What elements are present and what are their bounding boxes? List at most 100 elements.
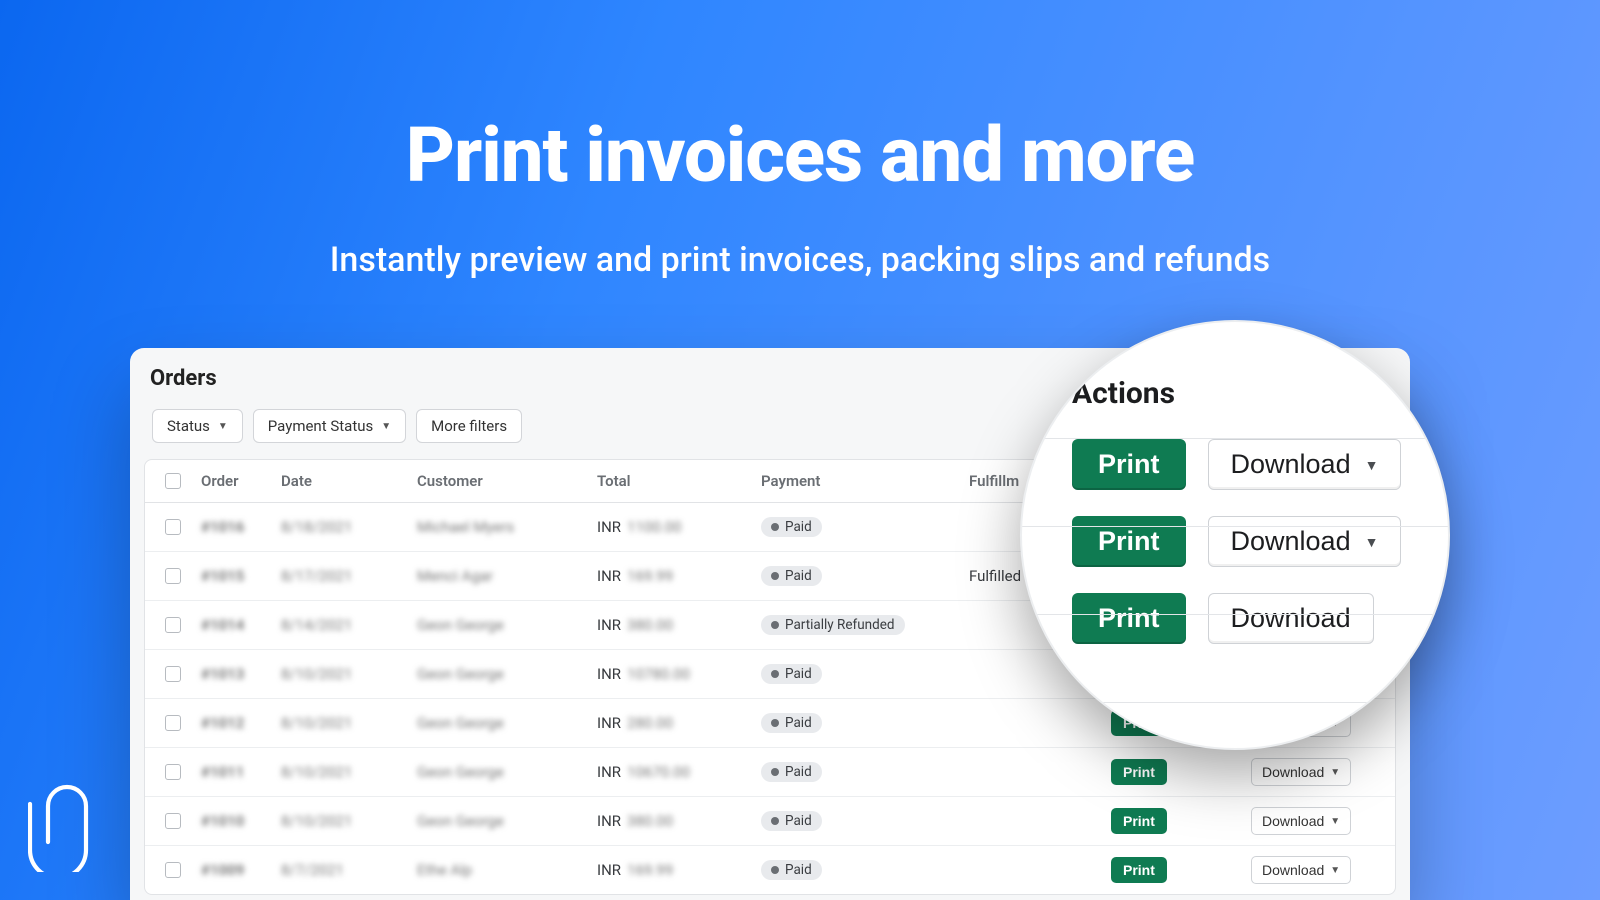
cell-order: #1013 bbox=[201, 665, 281, 683]
cell-customer: Michael Myers bbox=[417, 518, 597, 536]
col-total: Total bbox=[597, 472, 761, 490]
table-row: #10118/10/2021Geon GeorgeINR10670.00Paid… bbox=[145, 747, 1395, 796]
cell-payment: Paid bbox=[761, 713, 969, 733]
download-button[interactable]: Download ▼ bbox=[1251, 856, 1351, 884]
cell-total: INR280.00 bbox=[597, 714, 761, 732]
table-row: #10098/7/2021Ethe AlpINR169.99Paid Print D… bbox=[145, 845, 1395, 894]
row-checkbox[interactable] bbox=[165, 764, 181, 780]
download-button-label: Download bbox=[1231, 526, 1351, 557]
row-checkbox[interactable] bbox=[165, 666, 181, 682]
cell-customer: Geon George bbox=[417, 714, 597, 732]
cell-total: INR380.00 bbox=[597, 616, 761, 634]
cell-payment: Paid bbox=[761, 517, 969, 537]
cell-order: #1010 bbox=[201, 812, 281, 830]
cell-total: INR169.99 bbox=[597, 861, 761, 879]
filter-status[interactable]: Status ▼ bbox=[152, 409, 243, 443]
download-button[interactable]: Download ▼ bbox=[1208, 439, 1402, 490]
col-date: Date bbox=[281, 472, 417, 490]
col-customer: Customer bbox=[417, 472, 597, 490]
hero-subtitle: Instantly preview and print invoices, pa… bbox=[0, 240, 1600, 280]
zoom-lens: Actions Print Download ▼ Print Download … bbox=[1020, 320, 1450, 750]
chevron-down-icon: ▼ bbox=[1365, 534, 1379, 550]
lens-row: Print Download ▼ bbox=[1072, 516, 1448, 567]
cell-total: INR10670.00 bbox=[597, 763, 761, 781]
cell-payment: Paid bbox=[761, 860, 969, 880]
lens-row: Print Download ▼ bbox=[1072, 439, 1448, 490]
download-button[interactable]: Download ▼ bbox=[1251, 758, 1351, 786]
cell-payment: Paid bbox=[761, 811, 969, 831]
cell-order: #1016 bbox=[201, 518, 281, 536]
chevron-down-icon: ▼ bbox=[1365, 457, 1379, 473]
filter-more-label: More filters bbox=[431, 417, 507, 435]
cell-date: 8/18/2021 bbox=[281, 518, 417, 536]
table-row: #10108/10/2021Geon GeorgeINR380.00Paid Pr… bbox=[145, 796, 1395, 845]
download-button[interactable]: Download bbox=[1208, 593, 1374, 644]
cell-customer: Menci Agar bbox=[417, 567, 597, 585]
status-dot-icon bbox=[771, 670, 779, 678]
col-order: Order bbox=[201, 472, 281, 490]
hero-block: Print invoices and more Instantly previe… bbox=[0, 0, 1600, 280]
cell-payment: Paid bbox=[761, 664, 969, 684]
row-checkbox[interactable] bbox=[165, 862, 181, 878]
download-button[interactable]: Download ▼ bbox=[1251, 807, 1351, 835]
cell-customer: Geon George bbox=[417, 763, 597, 781]
cell-date: 8/10/2021 bbox=[281, 763, 417, 781]
cell-total: INR1100.00 bbox=[597, 518, 761, 536]
chevron-down-icon: ▼ bbox=[218, 421, 228, 432]
cell-total: INR380.00 bbox=[597, 812, 761, 830]
cell-order: #1015 bbox=[201, 567, 281, 585]
cell-date: 8/14/2021 bbox=[281, 616, 417, 634]
chevron-down-icon: ▼ bbox=[1330, 865, 1340, 876]
cell-date: 8/10/2021 bbox=[281, 812, 417, 830]
print-button[interactable]: Print bbox=[1072, 593, 1186, 644]
row-checkbox[interactable] bbox=[165, 813, 181, 829]
print-button[interactable]: Print bbox=[1111, 759, 1167, 785]
status-dot-icon bbox=[771, 572, 779, 580]
print-button[interactable]: Print bbox=[1072, 516, 1186, 567]
cell-payment: Partially Refunded bbox=[761, 615, 969, 635]
brand-logo-icon bbox=[28, 772, 106, 872]
filter-more[interactable]: More filters bbox=[416, 409, 522, 443]
cell-date: 8/17/2021 bbox=[281, 567, 417, 585]
status-dot-icon bbox=[771, 866, 779, 874]
cell-customer: Geon George bbox=[417, 812, 597, 830]
print-button[interactable]: Print bbox=[1072, 439, 1186, 490]
col-payment: Payment bbox=[761, 472, 969, 490]
cell-total: INR169.99 bbox=[597, 567, 761, 585]
filter-status-label: Status bbox=[167, 417, 210, 435]
status-dot-icon bbox=[771, 817, 779, 825]
hero-title: Print invoices and more bbox=[0, 0, 1600, 200]
cell-payment: Paid bbox=[761, 566, 969, 586]
lens-row: Print Download bbox=[1072, 593, 1448, 644]
cell-order: #1011 bbox=[201, 763, 281, 781]
cell-date: 8/10/2021 bbox=[281, 714, 417, 732]
filter-payment-status[interactable]: Payment Status ▼ bbox=[253, 409, 406, 443]
download-button-label: Download bbox=[1231, 603, 1351, 634]
status-dot-icon bbox=[771, 719, 779, 727]
row-checkbox[interactable] bbox=[165, 568, 181, 584]
cell-order: #1014 bbox=[201, 616, 281, 634]
chevron-down-icon: ▼ bbox=[1330, 767, 1340, 778]
select-all-checkbox[interactable] bbox=[165, 473, 181, 489]
status-dot-icon bbox=[771, 768, 779, 776]
chevron-down-icon: ▼ bbox=[1330, 816, 1340, 827]
row-checkbox[interactable] bbox=[165, 715, 181, 731]
print-button[interactable]: Print bbox=[1111, 808, 1167, 834]
row-checkbox[interactable] bbox=[165, 519, 181, 535]
row-checkbox[interactable] bbox=[165, 617, 181, 633]
cell-customer: Ethe Alp bbox=[417, 861, 597, 879]
cell-total: INR10780.00 bbox=[597, 665, 761, 683]
cell-date: 8/10/2021 bbox=[281, 665, 417, 683]
filter-payment-status-label: Payment Status bbox=[268, 417, 373, 435]
chevron-down-icon: ▼ bbox=[381, 421, 391, 432]
cell-date: 8/7/2021 bbox=[281, 861, 417, 879]
print-button[interactable]: Print bbox=[1111, 857, 1167, 883]
promo-frame: Print invoices and more Instantly previe… bbox=[0, 0, 1600, 900]
status-dot-icon bbox=[771, 523, 779, 531]
download-button[interactable]: Download ▼ bbox=[1208, 516, 1402, 567]
cell-order: #1009 bbox=[201, 861, 281, 879]
status-dot-icon bbox=[771, 621, 779, 629]
download-button-label: Download bbox=[1231, 449, 1351, 480]
cell-payment: Paid bbox=[761, 762, 969, 782]
cell-customer: Geon George bbox=[417, 665, 597, 683]
